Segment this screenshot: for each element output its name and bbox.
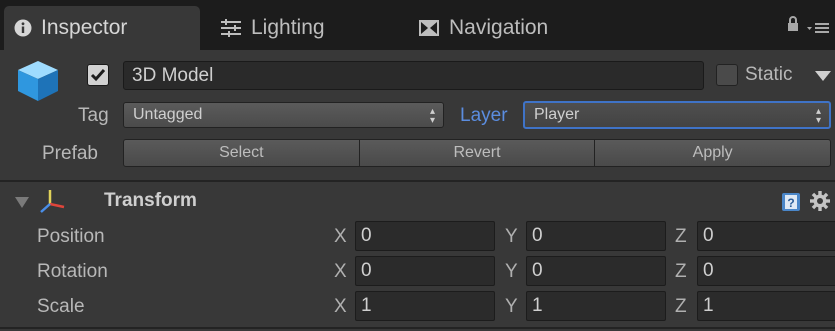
position-z-field[interactable]: 0 [697, 221, 835, 251]
axis-y-label[interactable]: Y [505, 261, 518, 283]
position-label: Position [37, 226, 105, 247]
tab-navigation[interactable]: Navigation [418, 6, 548, 50]
axis-x-label[interactable]: X [334, 261, 347, 283]
tag-dropdown[interactable]: Untagged ▴ ▾ [123, 102, 444, 128]
rotation-x-field[interactable]: 0 [355, 256, 495, 286]
gear-icon[interactable] [809, 190, 831, 217]
static-checkbox[interactable] [716, 64, 738, 86]
tab-bar: Inspector Lighting Navigation [0, 0, 835, 50]
svg-text:?: ? [787, 196, 794, 210]
prefab-label: Prefab [42, 143, 98, 164]
scale-z-field[interactable]: 1 [697, 291, 835, 321]
cube-icon [14, 58, 62, 109]
prefab-revert-button[interactable]: Revert [359, 139, 596, 167]
transform-axes-icon [38, 187, 66, 220]
navigation-icon [418, 18, 440, 38]
static-label: Static [745, 64, 793, 85]
tab-label: Inspector [41, 16, 128, 39]
rotation-z-field[interactable]: 0 [697, 256, 835, 286]
axis-z-label[interactable]: Z [675, 261, 687, 283]
info-icon [14, 19, 32, 37]
prefab-select-button[interactable]: Select [123, 139, 360, 167]
tab-inspector[interactable]: Inspector [4, 6, 200, 50]
lock-icon[interactable] [787, 16, 799, 37]
tab-lighting[interactable]: Lighting [220, 6, 325, 50]
divider [0, 180, 835, 182]
axis-z-label[interactable]: Z [675, 226, 687, 248]
layer-dropdown[interactable]: Player ▴ ▾ [523, 101, 831, 129]
axis-z-label[interactable]: Z [675, 296, 687, 318]
position-y-field[interactable]: 0 [526, 221, 666, 251]
sliders-icon [220, 18, 242, 38]
axis-y-label[interactable]: Y [505, 296, 518, 318]
transform-title: Transform [104, 190, 197, 211]
axis-y-label[interactable]: Y [505, 226, 518, 248]
rotation-label: Rotation [37, 261, 108, 282]
position-x-field[interactable]: 0 [355, 221, 495, 251]
scale-y-field[interactable]: 1 [526, 291, 666, 321]
prefab-button-group: Select Revert Apply [123, 139, 832, 167]
static-dropdown-arrow-icon[interactable] [815, 69, 831, 87]
scale-x-field[interactable]: 1 [355, 291, 495, 321]
help-book-icon[interactable]: ? [781, 192, 801, 217]
active-checkbox[interactable] [87, 64, 109, 86]
object-name-field[interactable]: 3D Model [123, 61, 704, 90]
tab-label: Lighting [251, 16, 325, 39]
axis-x-label[interactable]: X [334, 296, 347, 318]
collapse-triangle-icon[interactable] [15, 196, 29, 214]
divider [0, 327, 835, 329]
prefab-apply-button[interactable]: Apply [595, 139, 832, 167]
updown-icon: ▴ ▾ [815, 106, 821, 126]
tab-label: Navigation [449, 16, 549, 39]
layer-value: Player [534, 106, 580, 123]
menu-icon[interactable] [807, 21, 829, 40]
layer-label: Layer [460, 105, 508, 126]
rotation-y-field[interactable]: 0 [526, 256, 666, 286]
axis-x-label[interactable]: X [334, 226, 347, 248]
tag-value: Untagged [133, 106, 203, 123]
scale-label: Scale [37, 296, 85, 317]
tag-label: Tag [78, 105, 109, 126]
updown-icon: ▴ ▾ [429, 106, 435, 126]
